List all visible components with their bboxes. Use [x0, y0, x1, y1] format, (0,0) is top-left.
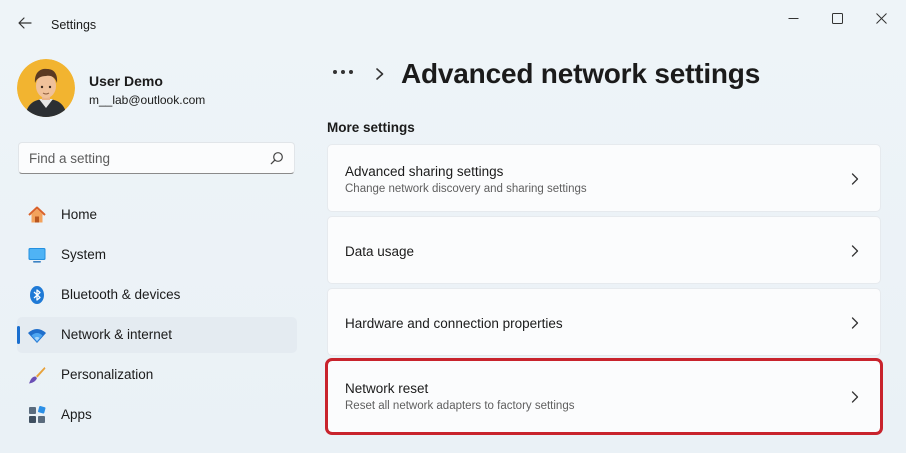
section-title: More settings: [327, 120, 415, 135]
sidebar-item-label: Bluetooth & devices: [61, 287, 181, 302]
close-icon: [875, 12, 887, 24]
sidebar-item-network[interactable]: Network & internet: [17, 317, 297, 353]
chevron-right-icon: [851, 173, 859, 185]
sidebar-item-system[interactable]: System: [17, 237, 297, 273]
card-subtitle: Reset all network adapters to factory se…: [345, 400, 575, 412]
title-bar: Settings: [0, 0, 906, 40]
card-subtitle: Change network discovery and sharing set…: [345, 183, 587, 195]
sidebar-item-label: Network & internet: [61, 327, 173, 342]
sidebar-item-label: System: [61, 247, 107, 262]
home-icon: [28, 206, 46, 223]
app-title: Settings: [51, 18, 97, 32]
wifi-icon: [28, 329, 46, 343]
card-title: Network reset: [345, 381, 429, 396]
search-icon[interactable]: [270, 151, 284, 165]
minimize-icon: [788, 17, 798, 19]
more-icon: [333, 70, 353, 74]
system-icon: [28, 248, 46, 263]
sidebar-item-label: Apps: [61, 407, 92, 422]
settings-window: Settings User Demo m__lab@outlook.com Fi…: [0, 0, 906, 453]
search-box[interactable]: [18, 142, 295, 174]
card-title: Data usage: [345, 244, 415, 259]
close-button[interactable]: [859, 4, 903, 32]
sidebar-item-bluetooth[interactable]: Bluetooth & devices: [17, 277, 297, 313]
page-title: Advanced network settings: [401, 58, 761, 89]
sidebar-item-personalization[interactable]: Personalization: [17, 357, 297, 393]
card-advanced-sharing[interactable]: Advanced sharing settings Change network…: [327, 144, 881, 212]
chevron-right-icon: [376, 68, 384, 80]
user-email: m__lab@outlook.com: [89, 93, 206, 107]
sidebar-item-apps[interactable]: Apps: [17, 397, 297, 433]
back-button[interactable]: [12, 10, 38, 36]
card-title: Advanced sharing settings: [345, 164, 504, 179]
user-name: User Demo: [89, 73, 163, 89]
card-hardware-properties[interactable]: Hardware and connection properties: [327, 288, 881, 356]
maximize-button[interactable]: [815, 4, 859, 32]
card-data-usage[interactable]: Data usage: [327, 216, 881, 284]
sidebar-item-label: Home: [61, 207, 98, 222]
avatar[interactable]: [17, 59, 75, 117]
maximize-icon: [831, 12, 843, 24]
sidebar-item-label: Personalization: [61, 367, 154, 382]
user-avatar-icon: [17, 59, 75, 117]
search-input[interactable]: [19, 143, 259, 173]
card-network-reset[interactable]: Network reset Reset all network adapters…: [325, 358, 883, 435]
chevron-right-icon: [851, 317, 859, 329]
active-indicator: [17, 326, 20, 344]
arrow-left-icon: [18, 17, 32, 29]
apps-icon: [29, 405, 46, 423]
sidebar-item-home[interactable]: Home: [17, 197, 297, 233]
breadcrumb-more-button[interactable]: [330, 62, 358, 82]
chevron-right-icon: [851, 391, 859, 403]
card-title: Hardware and connection properties: [345, 316, 563, 331]
minimize-button[interactable]: [771, 4, 815, 32]
bluetooth-icon: [30, 286, 44, 304]
chevron-right-icon: [851, 245, 859, 257]
brush-icon: [29, 367, 46, 384]
